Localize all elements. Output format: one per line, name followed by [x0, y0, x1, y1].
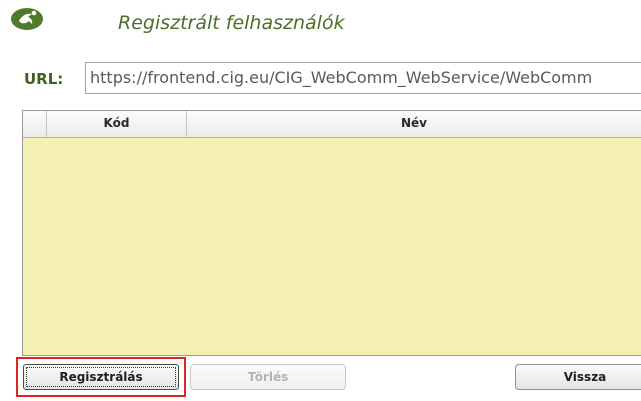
grid-header: Kód Név	[23, 111, 641, 138]
register-button[interactable]: Regisztrálás	[23, 364, 179, 390]
app-logo-icon	[11, 8, 43, 30]
column-header-nev[interactable]: Név	[187, 111, 641, 137]
page-title: Regisztrált felhasználók	[118, 12, 345, 34]
delete-button[interactable]: Törlés	[190, 364, 346, 390]
back-button[interactable]: Vissza	[515, 364, 641, 390]
delete-button-label: Törlés	[247, 370, 289, 384]
column-header-kod[interactable]: Kód	[47, 111, 187, 137]
url-label: URL:	[24, 70, 64, 88]
url-field[interactable]: https://frontend.cig.eu/CIG_WebComm_WebS…	[85, 62, 641, 94]
row-selector-header[interactable]	[23, 111, 47, 137]
back-button-label: Vissza	[563, 370, 607, 384]
focus-ring	[26, 367, 176, 387]
users-grid[interactable]: Kód Név	[22, 110, 641, 356]
